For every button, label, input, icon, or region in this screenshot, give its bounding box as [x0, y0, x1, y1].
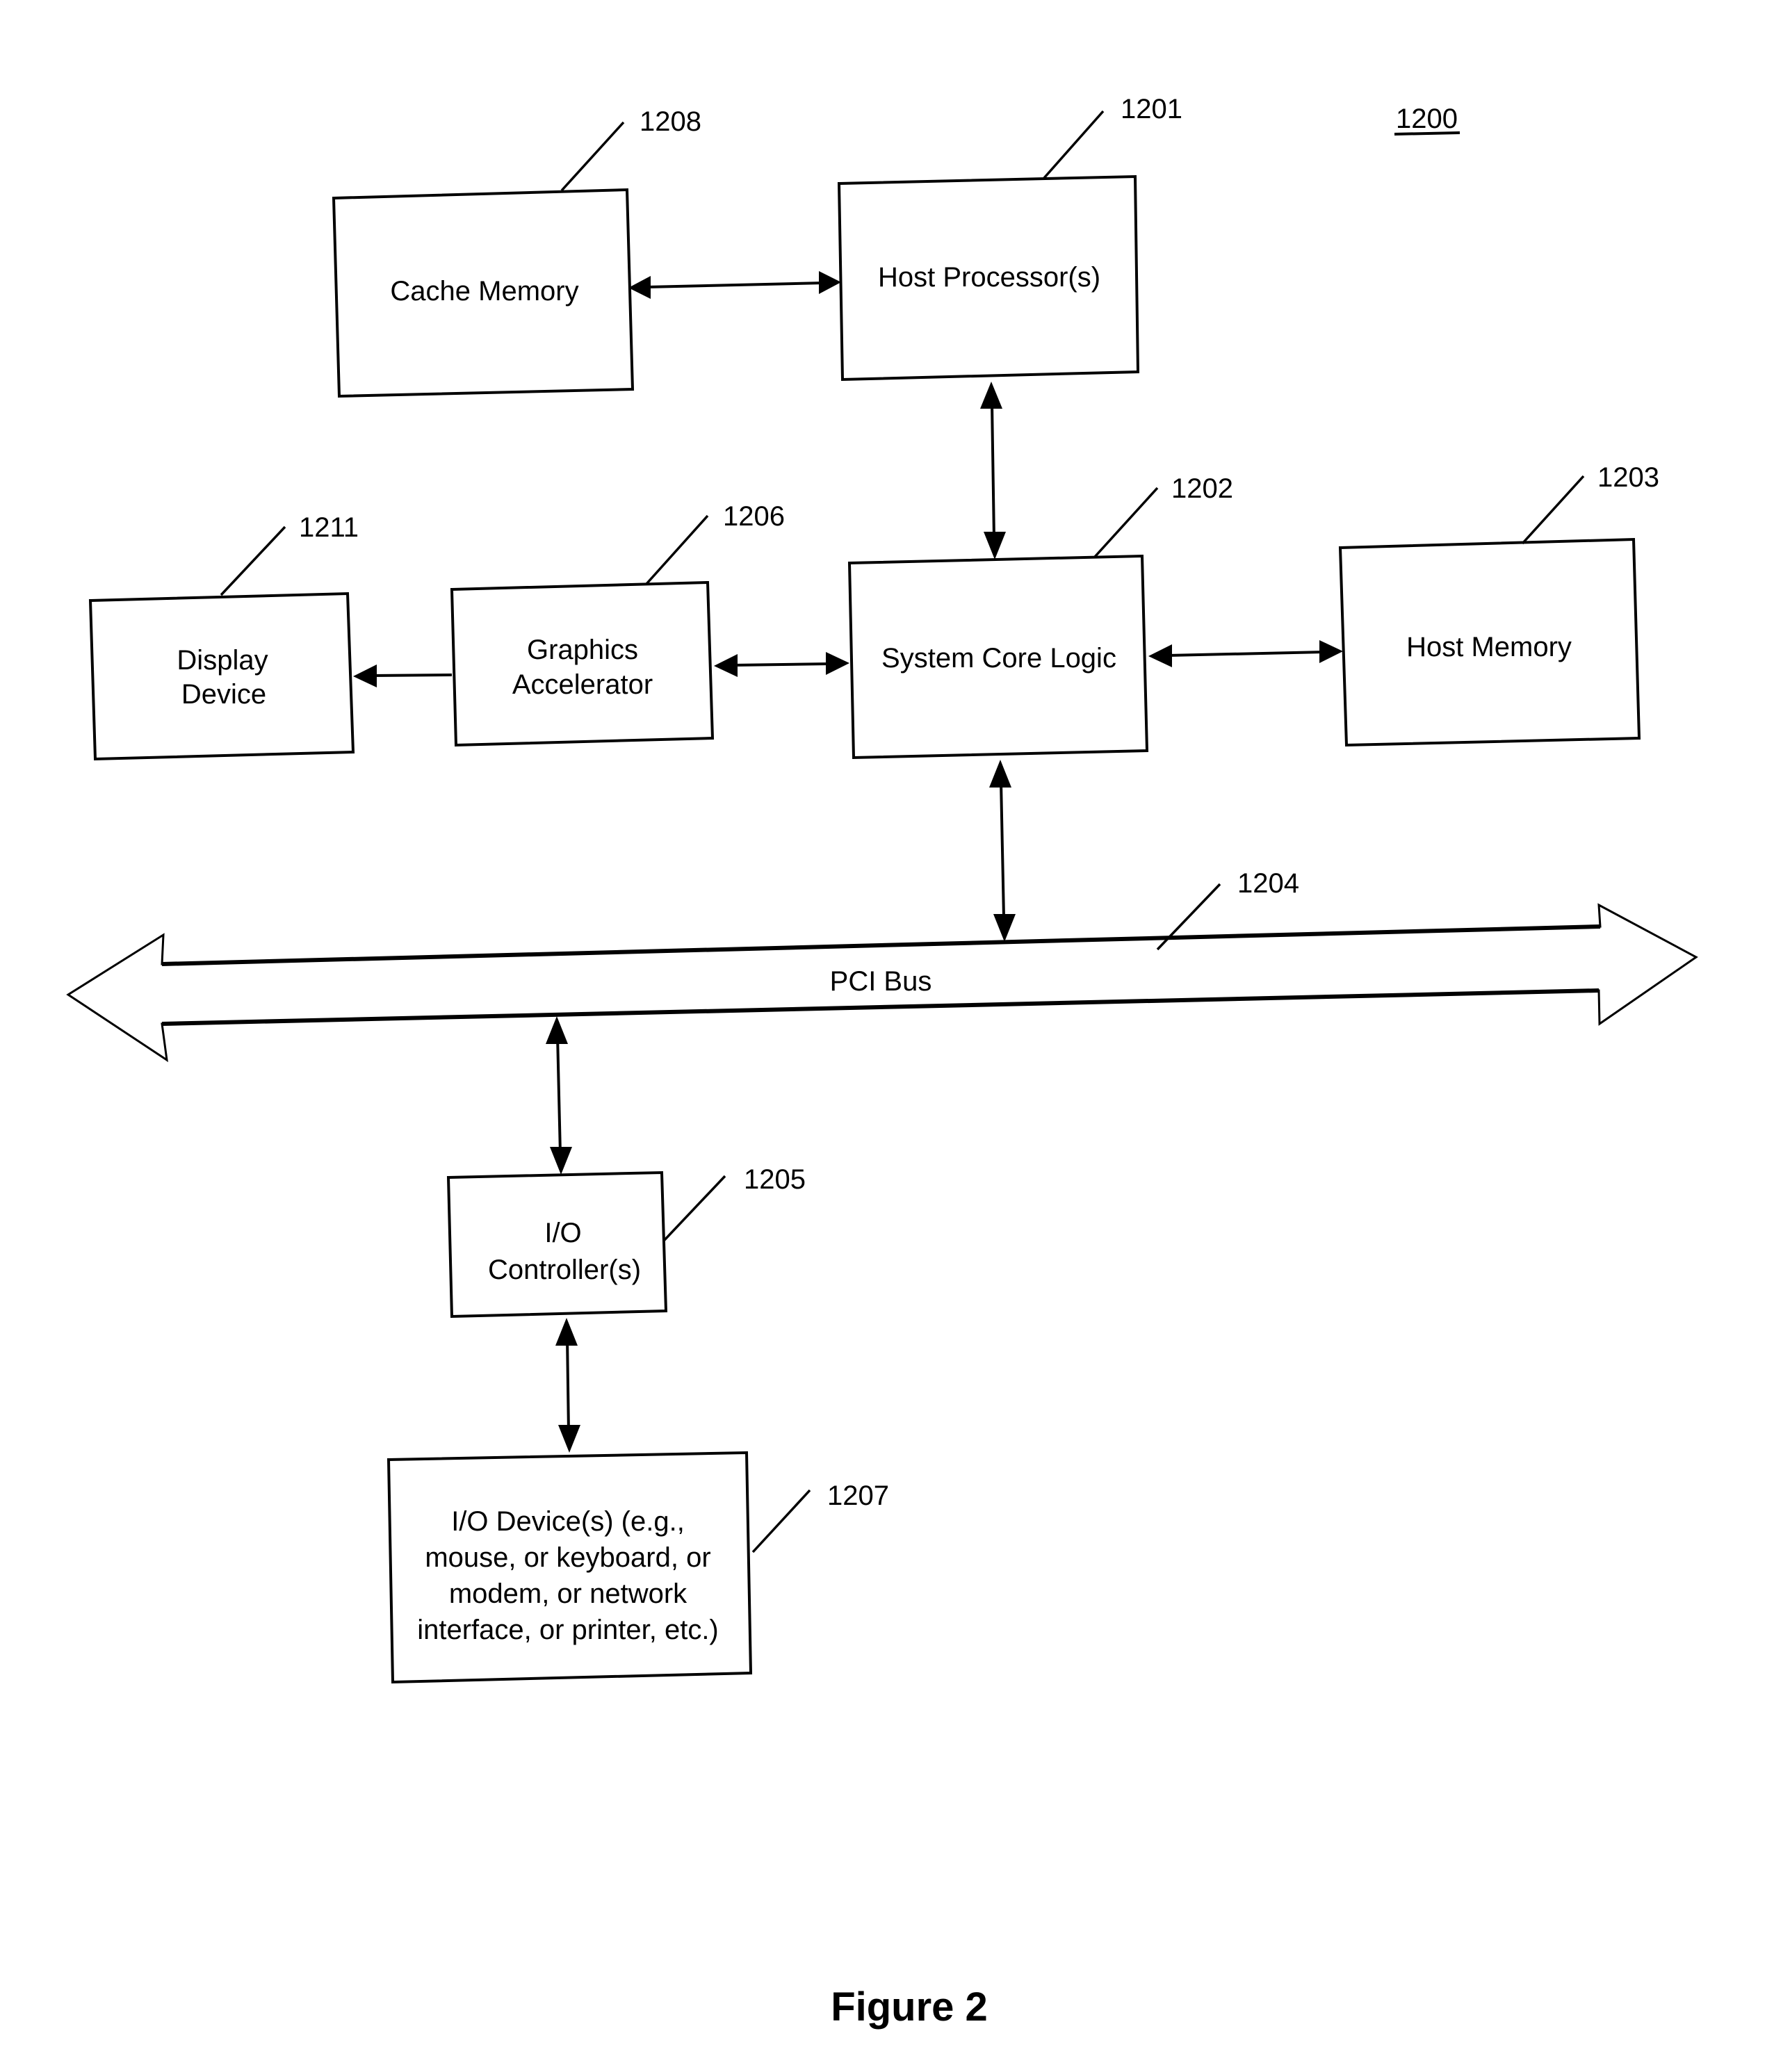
display-device-leader — [220, 525, 286, 596]
io-device-leader — [751, 1489, 811, 1553]
arrowhead-right-icon — [819, 271, 841, 294]
io-device-label-line2: mouse, or keyboard, or — [425, 1542, 710, 1573]
io-device-ref: 1207 — [827, 1480, 889, 1511]
cache-memory-label: Cache Memory — [390, 276, 578, 307]
cache-memory-leader — [560, 121, 625, 192]
block-diagram: 1200 Cache Memory 1208 Host Processor(s)… — [66, 94, 1698, 2030]
cache-memory-block: Cache Memory 1208 — [332, 106, 701, 398]
pci-bus-ref: 1204 — [1237, 868, 1299, 899]
io-controller-ref: 1205 — [744, 1164, 806, 1195]
figure-number-underline — [1394, 131, 1460, 136]
io-controller-io-device-arrow — [555, 1318, 580, 1453]
graphics-core-logic-arrow — [714, 652, 849, 677]
pci-bus-label: PCI Bus — [830, 966, 932, 997]
figure-number-text: 1200 — [1396, 104, 1458, 134]
io-device-label-line3: modem, or network — [449, 1579, 687, 1609]
pci-bus-io-controller-arrow — [546, 1016, 572, 1175]
host-memory-label: Host Memory — [1406, 632, 1572, 662]
cache-memory-ref: 1208 — [640, 106, 701, 137]
display-device-label-line2: Device — [181, 679, 266, 710]
system-core-logic-ref: 1202 — [1171, 473, 1233, 504]
arrowhead-left-icon — [714, 654, 738, 677]
io-device-label-line4: interface, or printer, etc.) — [417, 1615, 719, 1645]
display-device-ref: 1211 — [299, 512, 359, 543]
graphics-accelerator-leader — [645, 514, 709, 585]
io-device-block: I/O Device(s) (e.g., mouse, or keyboard,… — [386, 1451, 889, 1684]
system-core-logic-block: System Core Logic 1202 — [847, 473, 1233, 760]
arrowhead-left-icon — [353, 664, 377, 687]
host-processor-label: Host Processor(s) — [878, 262, 1100, 293]
system-core-logic-leader — [1093, 487, 1159, 558]
arrowhead-down-icon — [550, 1147, 572, 1175]
io-device-label-line1: I/O Device(s) (e.g., — [451, 1506, 685, 1537]
arrowhead-up-icon — [989, 760, 1011, 788]
display-device-box — [88, 592, 355, 761]
arrowhead-left-icon — [1148, 644, 1172, 667]
graphics-accelerator-label-line2: Accelerator — [512, 669, 653, 700]
io-controller-block: I/O Controller(s) 1205 — [446, 1164, 806, 1319]
arrowhead-right-icon — [1319, 640, 1343, 663]
arrowhead-up-icon — [980, 382, 1002, 409]
host-processor-leader — [1043, 110, 1105, 179]
arrowhead-down-icon — [984, 532, 1006, 560]
host-memory-ref: 1203 — [1597, 462, 1659, 493]
arrowhead-up-icon — [546, 1016, 568, 1044]
display-device-label-line1: Display — [177, 645, 268, 676]
core-logic-host-memory-arrow — [1148, 640, 1343, 667]
pci-bus: PCI Bus 1204 — [66, 868, 1698, 1063]
io-controller-label-line1: I/O — [544, 1218, 581, 1248]
host-memory-block: Host Memory 1203 — [1338, 462, 1659, 747]
arrowhead-up-icon — [555, 1318, 578, 1346]
graphics-accelerator-block: Graphics Accelerator 1206 — [450, 501, 785, 747]
arrowhead-right-icon — [826, 652, 849, 675]
graphics-display-arrow — [353, 664, 453, 687]
core-logic-pci-bus-arrow — [989, 760, 1016, 942]
figure-caption: Figure 2 — [831, 1984, 988, 2030]
host-memory-leader — [1521, 475, 1585, 545]
host-processor-core-logic-arrow — [980, 382, 1006, 560]
figure-number: 1200 — [1394, 104, 1460, 136]
graphics-accelerator-label-line1: Graphics — [527, 635, 638, 665]
io-controller-leader — [662, 1175, 726, 1242]
host-processor-block: Host Processor(s) 1201 — [837, 94, 1182, 382]
arrowhead-left-icon — [628, 276, 651, 299]
io-controller-label-line2: Controller(s) — [488, 1255, 641, 1285]
host-processor-ref: 1201 — [1121, 94, 1182, 124]
system-core-logic-label: System Core Logic — [881, 643, 1116, 674]
display-device-block: Display Device 1211 — [88, 512, 359, 761]
cache-host-processor-arrow — [628, 271, 841, 299]
arrowhead-down-icon — [558, 1425, 580, 1453]
arrowhead-down-icon — [993, 914, 1016, 942]
graphics-accelerator-ref: 1206 — [723, 501, 785, 532]
